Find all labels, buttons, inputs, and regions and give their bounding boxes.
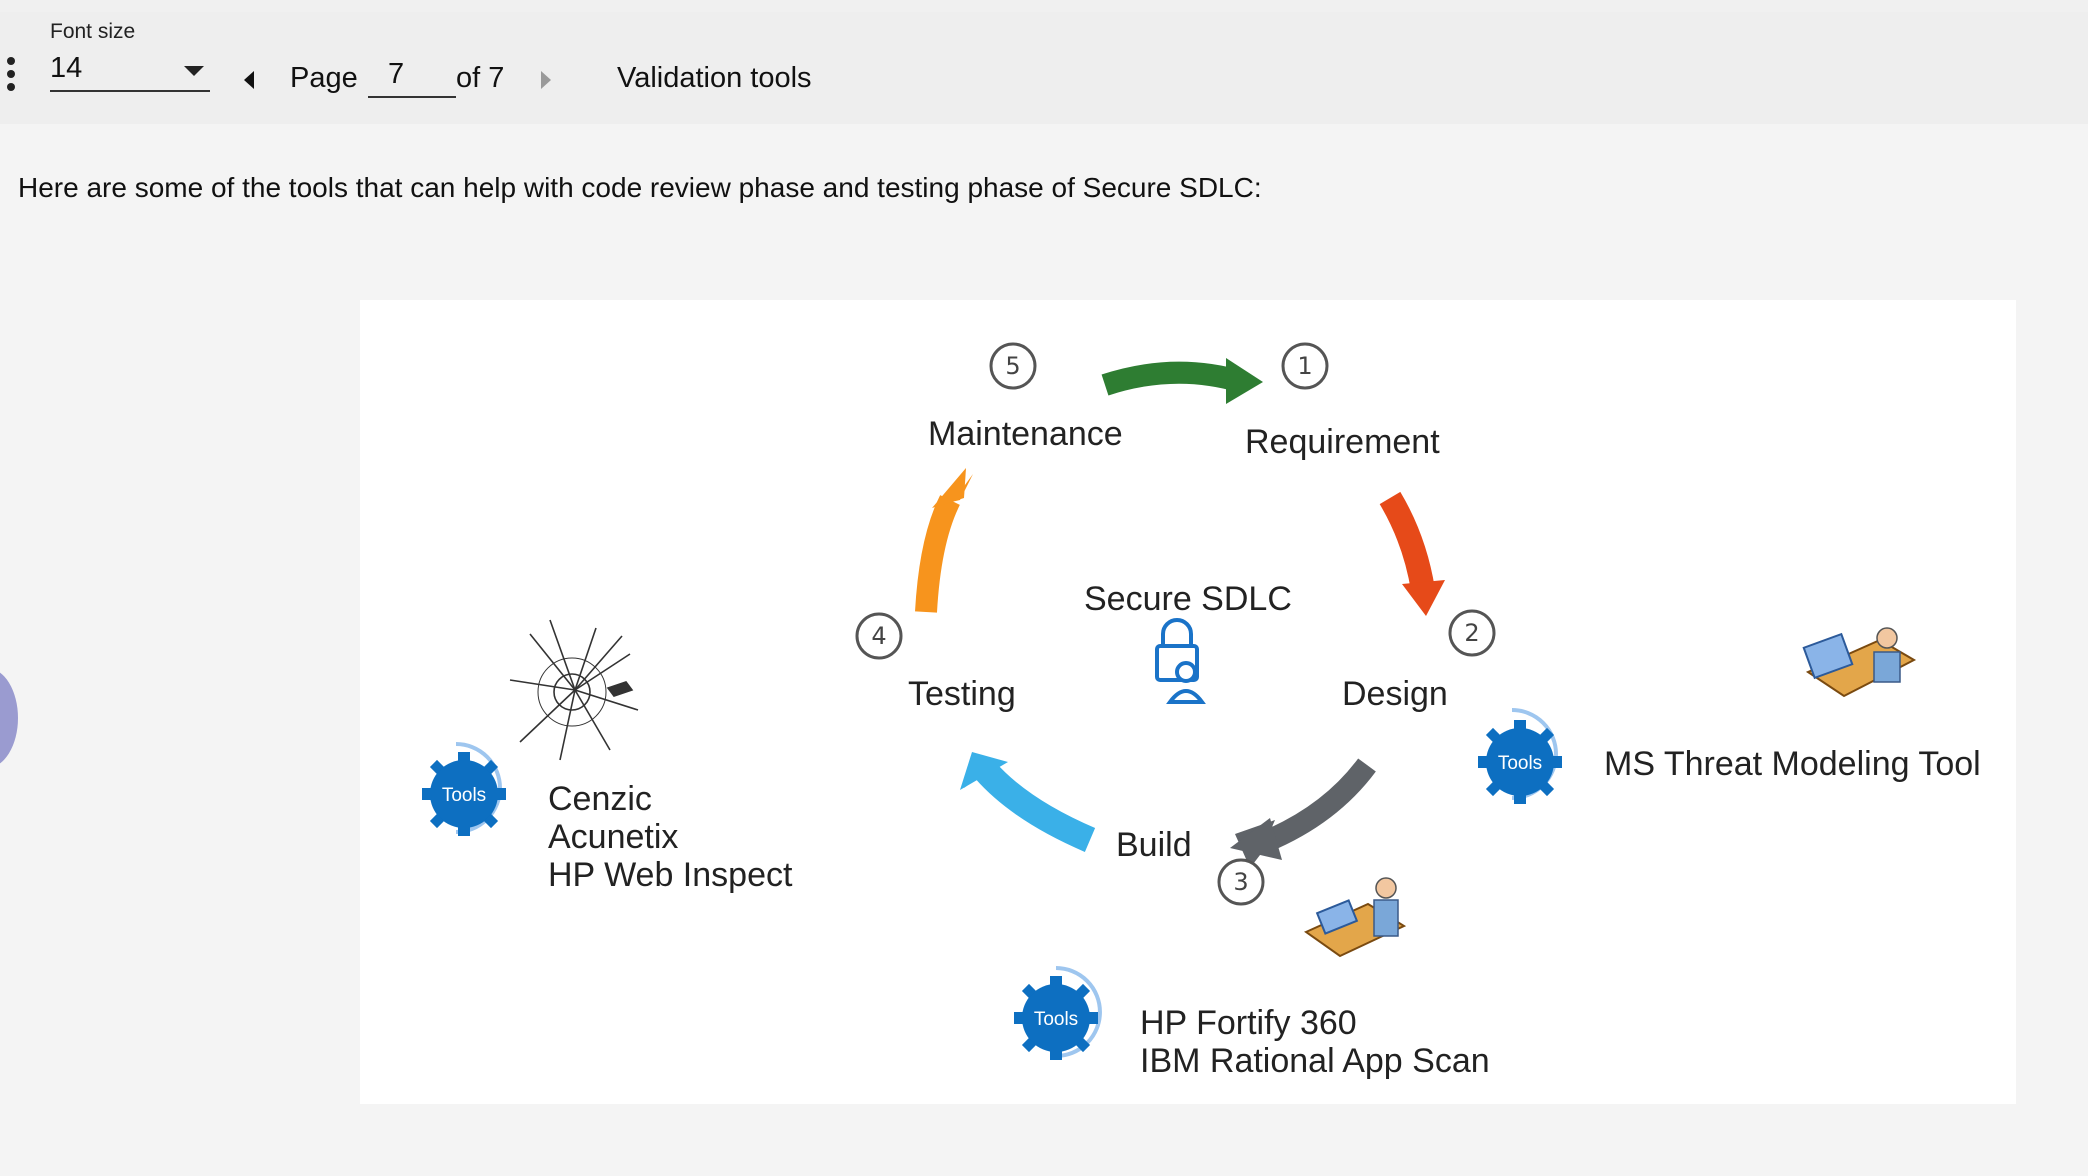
center-title: Secure SDLC: [1084, 580, 1292, 618]
toolbar: Font size 14 Page 7 of 7 Validation tool…: [0, 12, 2088, 124]
page-number-input[interactable]: 7: [368, 58, 456, 98]
font-size-label: Font size: [50, 20, 136, 43]
design-tool-item: MS Threat Modeling Tool: [1604, 745, 1981, 783]
chevron-down-icon: [184, 66, 204, 76]
diagram-graphics: 5 1 2 3 4 Tools Tools Tools: [422, 342, 1917, 1060]
threat-modeling-illustration-icon: [1802, 627, 1917, 698]
top-strip: [0, 0, 2088, 12]
page-total: of 7: [456, 62, 505, 94]
phase-label-build: Build: [1116, 826, 1192, 864]
next-page-button[interactable]: [536, 68, 558, 94]
phase-number-5: 5: [1005, 352, 1020, 380]
testing-tool-item: Cenzic: [548, 780, 652, 818]
phase-label-maintenance: Maintenance: [928, 415, 1123, 453]
testing-tool-item: HP Web Inspect: [548, 856, 793, 894]
page-label: Page: [290, 62, 358, 94]
triangle-right-icon: [541, 71, 551, 89]
phase-number-4: 4: [871, 622, 886, 650]
arrow-design-to-build: [1230, 758, 1376, 868]
intro-text: Here are some of the tools that can help…: [18, 172, 1262, 203]
phase-label-design: Design: [1342, 675, 1448, 713]
lock-person-icon: [1155, 618, 1206, 704]
tools-badge-label: Tools: [442, 785, 486, 806]
testing-tool-item: Acunetix: [548, 818, 679, 856]
phase-label-requirement: Requirement: [1245, 423, 1440, 461]
previous-page-button[interactable]: [240, 68, 262, 94]
phase-label-testing: Testing: [908, 675, 1016, 713]
phase-number-1: 1: [1297, 352, 1312, 380]
broken-glass-icon: [509, 619, 639, 761]
more-options-icon[interactable]: [2, 52, 20, 100]
code-review-illustration-icon: [1303, 877, 1407, 958]
tools-badge-label: Tools: [1498, 753, 1542, 774]
font-size-select[interactable]: 14: [50, 48, 210, 92]
secure-sdlc-diagram: 5 1 2 3 4 Tools Tools Tools Maintenance …: [360, 300, 2016, 1104]
triangle-left-icon: [244, 71, 254, 89]
tools-badge-label: Tools: [1034, 1009, 1078, 1030]
phase-number-2: 2: [1464, 619, 1479, 647]
arrow-requirement-to-design: [1379, 491, 1445, 616]
font-size-value: 14: [50, 52, 83, 84]
phase-number-3: 3: [1233, 868, 1248, 896]
build-tool-item: HP Fortify 360: [1140, 1004, 1357, 1042]
build-tool-item: IBM Rational App Scan: [1140, 1042, 1490, 1080]
arrow-testing-to-maintenance: [915, 468, 973, 613]
side-panel-handle[interactable]: [0, 668, 18, 768]
arrow-maintenance-to-requirement: [1101, 358, 1263, 404]
document-title: Validation tools: [617, 62, 812, 94]
arrow-build-to-testing: [960, 752, 1096, 852]
